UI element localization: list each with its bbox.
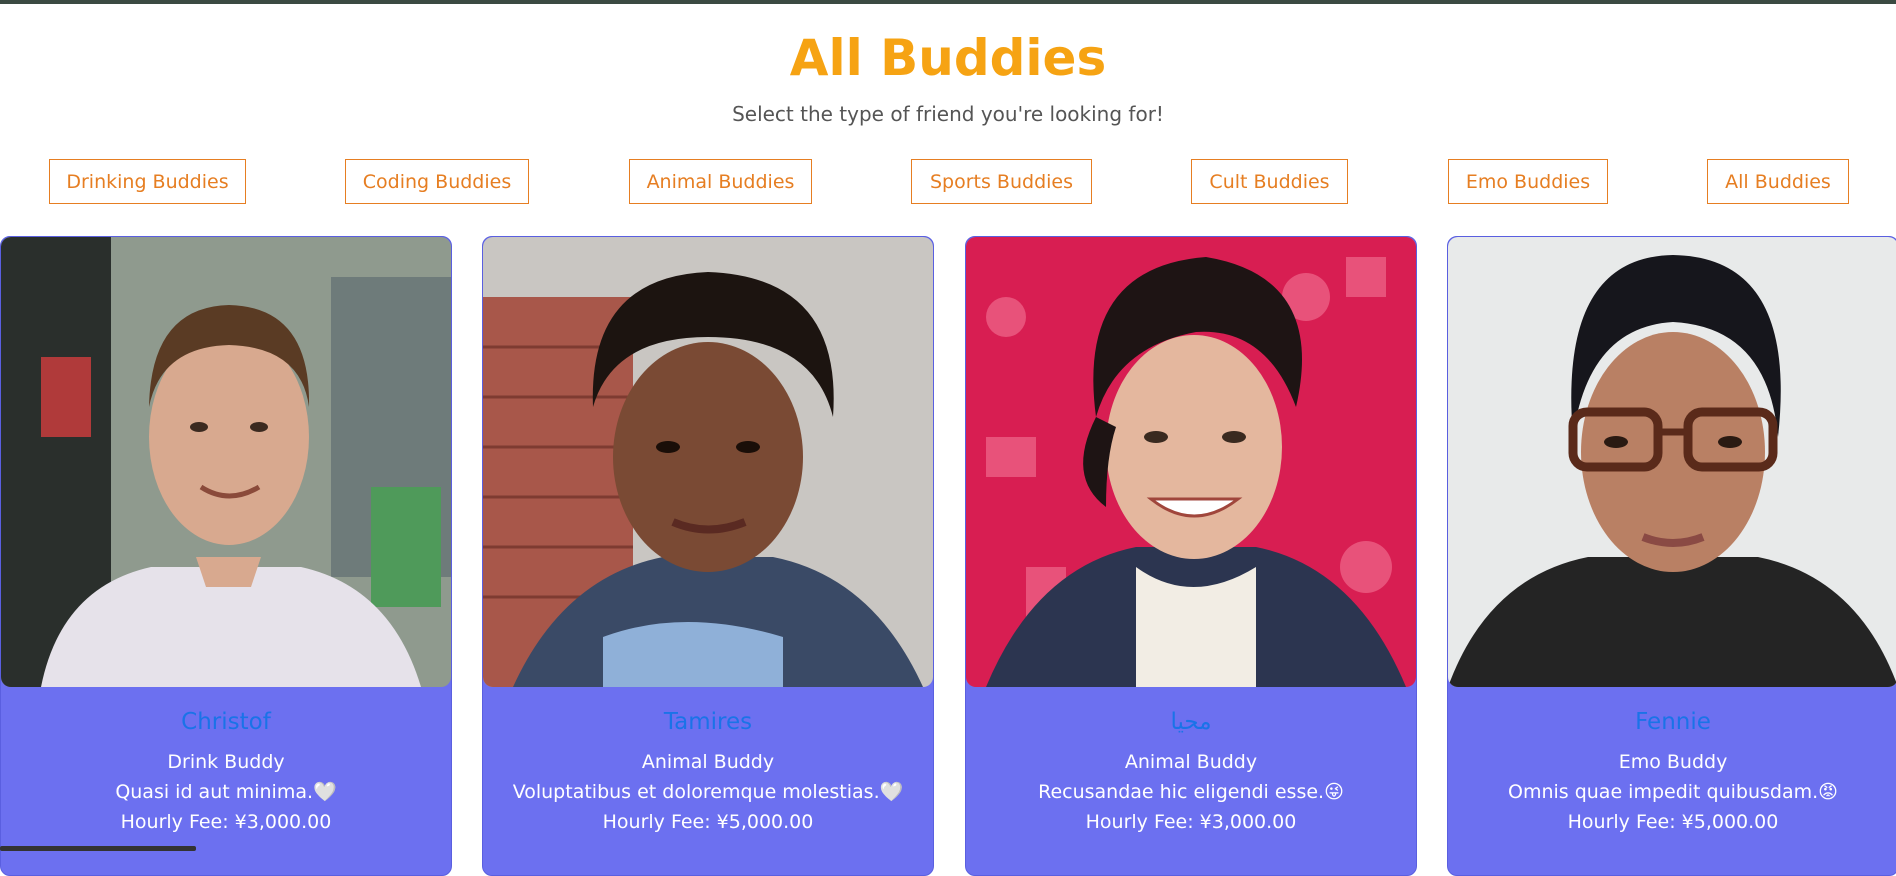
buddy-name[interactable]: Tamires: [483, 707, 933, 737]
buddy-description: Quasi id aut minima.🤍: [115, 781, 337, 803]
buddy-card[interactable]: Tamires Animal Buddy Voluptatibus et dol…: [482, 236, 934, 876]
buddy-card[interactable]: Fennie Emo Buddy Omnis quae impedit quib…: [1447, 236, 1896, 876]
buddy-description: Omnis quae impedit quibusdam.😡: [1507, 781, 1838, 803]
page-subtitle: Select the type of friend you're looking…: [732, 102, 1164, 126]
buddy-photo: [1448, 237, 1896, 687]
filter-drinking-buddies[interactable]: Drinking Buddies: [49, 159, 246, 204]
top-bar: [0, 0, 1896, 4]
buddy-name[interactable]: Christof: [1, 707, 451, 737]
filter-all-buddies[interactable]: All Buddies: [1707, 159, 1849, 204]
buddy-photo: [1, 237, 451, 687]
page-title: All Buddies: [789, 29, 1107, 87]
filter-cult-buddies[interactable]: Cult Buddies: [1191, 159, 1348, 204]
buddy-description: Recusandae hic eligendi esse.😜: [1038, 781, 1344, 803]
buddy-fee: Hourly Fee: ¥3,000.00: [120, 811, 332, 833]
buddy-name[interactable]: Fennie: [1448, 707, 1896, 737]
buddy-type: Drink Buddy: [167, 751, 285, 773]
filter-emo-buddies[interactable]: Emo Buddies: [1448, 159, 1608, 204]
buddy-type: Emo Buddy: [1618, 751, 1728, 773]
buddy-name[interactable]: محيا: [966, 707, 1416, 737]
buddy-description: Voluptatibus et doloremque molestias.🤍: [512, 781, 904, 803]
buddy-fee: Hourly Fee: ¥5,000.00: [602, 811, 814, 833]
buddy-photo: [483, 237, 933, 687]
buddy-type: Animal Buddy: [1124, 751, 1258, 773]
filter-coding-buddies[interactable]: Coding Buddies: [345, 159, 529, 204]
horizontal-scrollbar[interactable]: [0, 846, 196, 851]
buddy-fee: Hourly Fee: ¥5,000.00: [1567, 811, 1779, 833]
buddy-fee: Hourly Fee: ¥3,000.00: [1085, 811, 1297, 833]
filter-sports-buddies[interactable]: Sports Buddies: [911, 159, 1092, 204]
buddy-photo: [966, 237, 1416, 687]
buddy-card[interactable]: محيا Animal Buddy Recusandae hic eligend…: [965, 236, 1417, 876]
buddy-card[interactable]: Christof Drink Buddy Quasi id aut minima…: [0, 236, 452, 876]
filter-animal-buddies[interactable]: Animal Buddies: [629, 159, 812, 204]
buddy-type: Animal Buddy: [641, 751, 775, 773]
